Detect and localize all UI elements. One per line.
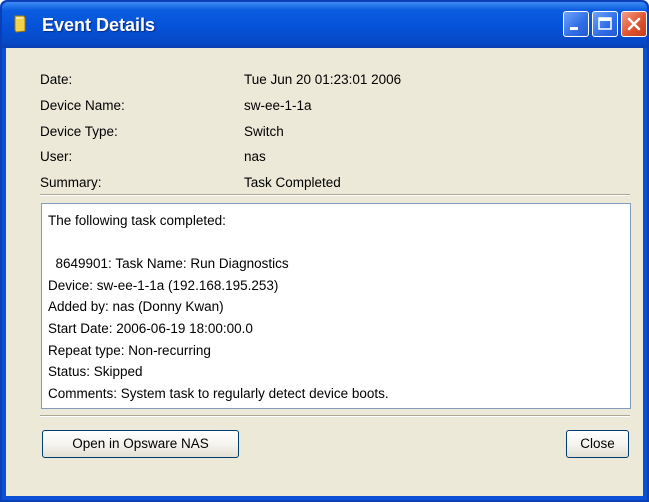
details-line: Comments: System task to regularly detec… xyxy=(48,385,389,401)
details-text-area[interactable]: The following task completed: 8649901: T… xyxy=(41,203,631,409)
device-name-label: Device Name: xyxy=(40,98,125,113)
separator xyxy=(40,415,630,417)
user-value: nas xyxy=(244,149,266,164)
date-value: Tue Jun 20 01:23:01 2006 xyxy=(244,72,402,87)
details-line: 8649901: Task Name: Run Diagnostics xyxy=(48,256,289,272)
details-line: Status: Skipped xyxy=(48,364,143,380)
details-line: Start Date: 2006-06-19 18:00:00.0 xyxy=(48,320,253,336)
summary-value: Task Completed xyxy=(244,175,341,190)
device-type-label: Device Type: xyxy=(40,124,118,139)
close-icon xyxy=(627,17,641,31)
event-details-window: Event Details Date: Tue Jun 20 01:23:01 … xyxy=(0,0,649,502)
maximize-icon xyxy=(598,17,612,30)
user-label: User: xyxy=(40,149,73,164)
title-bar[interactable]: Event Details xyxy=(2,2,647,48)
details-line: Added by: nas (Donny Kwan) xyxy=(48,299,224,315)
separator xyxy=(40,194,630,196)
open-in-opsware-nas-button[interactable]: Open in Opsware NAS xyxy=(42,430,239,458)
details-line xyxy=(48,232,624,254)
summary-label: Summary: xyxy=(40,175,102,190)
device-name-value: sw-ee-1-1a xyxy=(244,98,312,113)
date-label: Date: xyxy=(40,72,73,87)
close-window-button[interactable] xyxy=(621,11,647,37)
details-line: The following task completed: xyxy=(48,213,226,228)
details-line: Device: sw-ee-1-1a (192.168.195.253) xyxy=(48,277,279,293)
dialog-body: Date: Tue Jun 20 01:23:01 2006 Device Na… xyxy=(6,48,643,496)
device-type-value: Switch xyxy=(244,124,284,139)
document-icon xyxy=(14,15,26,33)
minimize-button[interactable] xyxy=(563,11,589,37)
window-title: Event Details xyxy=(42,15,156,35)
minimize-icon xyxy=(570,27,578,30)
close-button[interactable]: Close xyxy=(566,430,629,458)
maximize-button[interactable] xyxy=(592,11,618,37)
details-line: Repeat type: Non-recurring xyxy=(48,342,211,358)
